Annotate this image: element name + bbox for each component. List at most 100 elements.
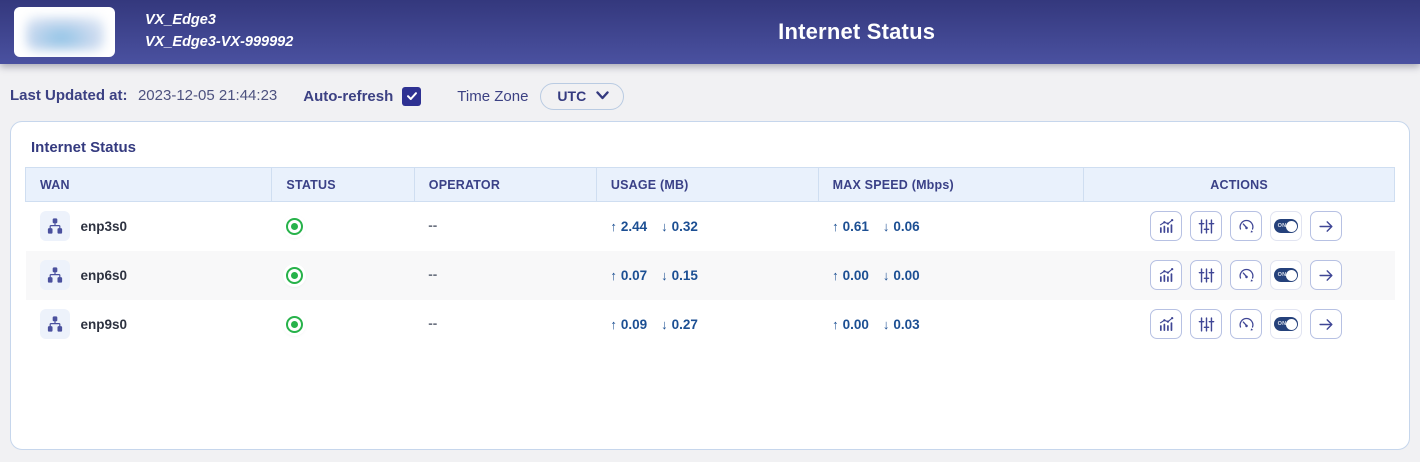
download-arrow-icon: ↓ <box>883 219 890 234</box>
speed-download-value: 0.03 <box>893 317 919 332</box>
max-speed-cell: ↑ 0.61 ↓ 0.06 <box>832 219 1084 234</box>
analytics-button[interactable] <box>1150 309 1182 339</box>
wan-enable-toggle-button[interactable]: ON <box>1270 211 1302 241</box>
speedometer-gauge-icon <box>1238 267 1255 284</box>
bandwidth-settings-button[interactable] <box>1190 260 1222 290</box>
download-arrow-icon: ↓ <box>883 317 890 332</box>
table-header: WAN STATUS OPERATOR USAGE (MB) MAX SPEED… <box>26 168 1395 202</box>
speedometer-gauge-icon <box>1238 316 1255 333</box>
sliders-icon <box>1198 218 1215 235</box>
network-sitemap-icon <box>40 260 70 290</box>
arrow-right-icon <box>1318 218 1335 235</box>
analytics-chart-icon <box>1158 316 1175 333</box>
speed-test-button[interactable] <box>1230 309 1262 339</box>
speed-test-button[interactable] <box>1230 211 1262 241</box>
wan-details-button[interactable] <box>1310 260 1342 290</box>
toggle-knob <box>1286 270 1297 281</box>
speed-download-value: 0.06 <box>893 219 919 234</box>
sliders-icon <box>1198 316 1215 333</box>
usage-download-value: 0.32 <box>672 219 698 234</box>
auto-refresh-group: Auto-refresh <box>303 87 421 106</box>
upload-arrow-icon: ↑ <box>610 317 617 332</box>
toggle-knob <box>1286 221 1297 232</box>
status-indicator <box>286 267 303 284</box>
wan-name: enp3s0 <box>81 219 128 234</box>
usage-upload-value: 0.09 <box>621 317 647 332</box>
speed-upload-value: 0.00 <box>843 317 869 332</box>
speed-upload-value: 0.00 <box>843 268 869 283</box>
usage-upload-value: 2.44 <box>621 219 647 234</box>
wan-cell: enp6s0 <box>40 260 272 290</box>
header-title-wrap: Internet Status <box>293 19 1420 45</box>
upload-arrow-icon: ↑ <box>832 219 839 234</box>
bandwidth-settings-button[interactable] <box>1190 309 1222 339</box>
device-id: VX_Edge3-VX-999992 <box>145 32 293 54</box>
wan-details-button[interactable] <box>1310 309 1342 339</box>
network-sitemap-icon <box>40 211 70 241</box>
download-arrow-icon: ↓ <box>661 219 668 234</box>
sliders-icon <box>1198 267 1215 284</box>
toggle-knob <box>1286 319 1297 330</box>
timezone-select[interactable]: UTC <box>540 83 624 110</box>
actions-cell: ON <box>1098 260 1395 290</box>
speed-test-button[interactable] <box>1230 260 1262 290</box>
toggle-on-icon: ON <box>1274 219 1298 233</box>
panel-title: Internet Status <box>11 122 1409 167</box>
network-sitemap-icon <box>40 309 70 339</box>
table-row: enp3s0 -- ↑ 2.44 ↓ 0.32 ↑ 0.61 <box>26 202 1395 251</box>
timezone-label: Time Zone <box>457 88 528 105</box>
internet-status-panel: Internet Status WAN STATUS OPERATOR USAG… <box>10 121 1410 450</box>
toggle-on-icon: ON <box>1274 268 1298 282</box>
last-updated-value: 2023-12-05 21:44:23 <box>138 87 277 104</box>
device-name: VX_Edge3 <box>145 10 293 32</box>
speed-download-value: 0.00 <box>893 268 919 283</box>
speedometer-gauge-icon <box>1238 218 1255 235</box>
last-updated-label: Last Updated at: <box>10 87 128 104</box>
column-actions: ACTIONS <box>1084 168 1395 202</box>
usage-cell: ↑ 2.44 ↓ 0.32 <box>610 219 818 234</box>
toggle-on-icon: ON <box>1274 317 1298 331</box>
wan-status-table: WAN STATUS OPERATOR USAGE (MB) MAX SPEED… <box>25 167 1395 349</box>
wan-enable-toggle-button[interactable]: ON <box>1270 309 1302 339</box>
column-max-speed: MAX SPEED (Mbps) <box>818 168 1084 202</box>
page-title: Internet Status <box>778 19 935 45</box>
arrow-right-icon <box>1318 267 1335 284</box>
status-toolbar: Last Updated at: 2023-12-05 21:44:23 Aut… <box>0 64 1420 108</box>
speed-upload-value: 0.61 <box>843 219 869 234</box>
usage-cell: ↑ 0.09 ↓ 0.27 <box>610 317 818 332</box>
column-usage: USAGE (MB) <box>596 168 818 202</box>
operator-value: -- <box>428 267 437 282</box>
upload-arrow-icon: ↑ <box>832 268 839 283</box>
bandwidth-settings-button[interactable] <box>1190 211 1222 241</box>
wan-cell: enp3s0 <box>40 211 272 241</box>
check-icon <box>406 90 418 102</box>
timezone-value: UTC <box>557 88 586 104</box>
analytics-chart-icon <box>1158 218 1175 235</box>
wan-name: enp6s0 <box>81 268 128 283</box>
usage-download-value: 0.27 <box>672 317 698 332</box>
usage-download-value: 0.15 <box>672 268 698 283</box>
device-info: VX_Edge3 VX_Edge3-VX-999992 <box>145 10 293 54</box>
download-arrow-icon: ↓ <box>661 317 668 332</box>
auto-refresh-checkbox[interactable] <box>402 87 421 106</box>
wan-details-button[interactable] <box>1310 211 1342 241</box>
brand-logo <box>14 7 115 57</box>
last-updated: Last Updated at: 2023-12-05 21:44:23 <box>10 87 277 105</box>
usage-cell: ↑ 0.07 ↓ 0.15 <box>610 268 818 283</box>
column-status: STATUS <box>272 168 414 202</box>
max-speed-cell: ↑ 0.00 ↓ 0.03 <box>832 317 1084 332</box>
download-arrow-icon: ↓ <box>661 268 668 283</box>
analytics-button[interactable] <box>1150 260 1182 290</box>
wan-enable-toggle-button[interactable]: ON <box>1270 260 1302 290</box>
wan-name: enp9s0 <box>81 317 128 332</box>
upload-arrow-icon: ↑ <box>610 219 617 234</box>
chevron-down-icon <box>596 91 609 100</box>
upload-arrow-icon: ↑ <box>832 317 839 332</box>
app-header: VX_Edge3 VX_Edge3-VX-999992 Internet Sta… <box>0 0 1420 64</box>
actions-cell: ON <box>1098 309 1395 339</box>
table-row: enp6s0 -- ↑ 0.07 ↓ 0.15 ↑ 0.00 <box>26 251 1395 300</box>
analytics-chart-icon <box>1158 267 1175 284</box>
operator-value: -- <box>428 316 437 331</box>
analytics-button[interactable] <box>1150 211 1182 241</box>
column-wan: WAN <box>26 168 272 202</box>
